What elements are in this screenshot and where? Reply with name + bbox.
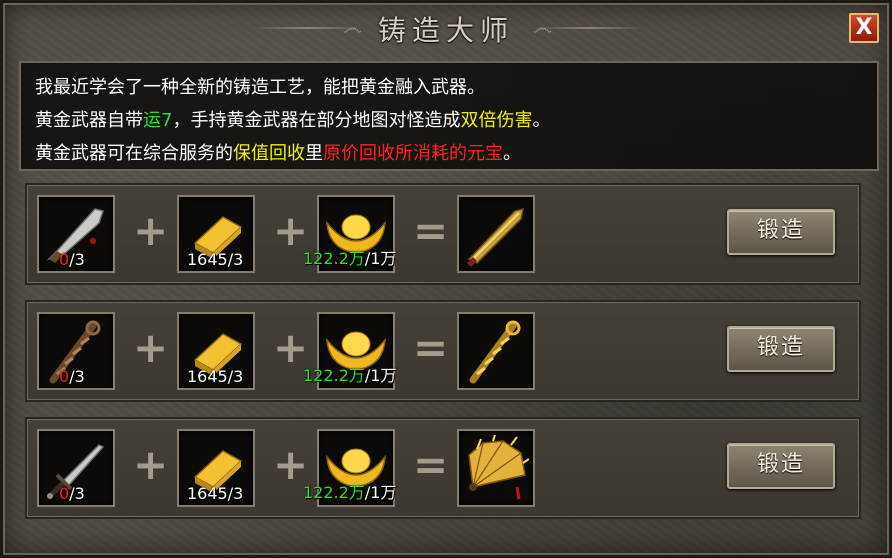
description-line-2: 黄金武器自带运7，手持黄金武器在部分地图对怪造成双倍伤害。 bbox=[35, 104, 863, 137]
gold-bar-count: 1645/3 bbox=[187, 484, 244, 503]
recipe-row-3: 0/3 + 1645/3 + 122.2万/1万 = 锻造 bbox=[25, 417, 861, 519]
description-text: ，手持黄金武器在部分地图对怪造成 bbox=[172, 110, 461, 131]
result-slot[interactable] bbox=[457, 195, 535, 273]
equals-sign: = bbox=[413, 440, 449, 489]
weapon-count: 0/3 bbox=[59, 250, 85, 269]
forge-button[interactable]: 锻造 bbox=[727, 326, 835, 372]
description-text: 黄金武器自带 bbox=[35, 110, 143, 131]
gold-bar-slot[interactable]: 1645/3 bbox=[177, 195, 255, 273]
description-panel: 我最近学会了一种全新的铸造工艺，能把黄金融入武器。 黄金武器自带运7，手持黄金武… bbox=[19, 61, 879, 171]
double-damage-text: 双倍伤害 bbox=[460, 110, 533, 131]
forge-button[interactable]: 锻造 bbox=[727, 209, 835, 255]
luck-bonus-text: 运7 bbox=[143, 110, 173, 131]
weapon-count: 0/3 bbox=[59, 367, 85, 386]
equals-sign: = bbox=[413, 206, 449, 255]
close-button[interactable]: X bbox=[849, 13, 879, 43]
golden-blade-icon bbox=[467, 207, 524, 267]
result-slot[interactable] bbox=[457, 312, 535, 390]
ingot-slot[interactable]: 122.2万/1万 bbox=[303, 195, 396, 273]
gold-bar-slot[interactable]: 1645/3 bbox=[177, 429, 255, 507]
gold-bar-count: 1645/3 bbox=[187, 250, 244, 269]
gold-bar-slot[interactable]: 1645/3 bbox=[177, 312, 255, 390]
description-text: 。 bbox=[503, 143, 521, 164]
description-text: 我最近学会了一种全新的铸造工艺，能把黄金融入武器。 bbox=[35, 77, 485, 98]
result-slot[interactable] bbox=[457, 429, 535, 507]
recipe-row-1: 0/3 + 1645/3 + 122.2万/1万 = 锻造 bbox=[25, 183, 861, 285]
title-bar: ෴ 铸造大师 ෴ X bbox=[3, 3, 889, 53]
weapon-slot[interactable]: 0/3 bbox=[37, 195, 115, 273]
gold-bar-count: 1645/3 bbox=[187, 367, 244, 386]
weapon-slot[interactable]: 0/3 bbox=[37, 429, 115, 507]
plus-sign: + bbox=[133, 323, 169, 372]
recipe-row-2: 0/3 + 1645/3 + 122.2万/1万 = 锻造 bbox=[25, 300, 861, 402]
forging-master-window: ෴ 铸造大师 ෴ X 我最近学会了一种全新的铸造工艺，能把黄金融入武器。 黄金武… bbox=[0, 0, 892, 558]
plus-sign: + bbox=[133, 206, 169, 255]
plus-sign: + bbox=[133, 440, 169, 489]
description-line-3: 黄金武器可在综合服务的保值回收里原价回收所消耗的元宝。 bbox=[35, 137, 863, 170]
golden-staff-icon bbox=[469, 320, 521, 384]
description-text: 里 bbox=[305, 143, 323, 164]
weapon-slot[interactable]: 0/3 bbox=[37, 312, 115, 390]
equals-sign: = bbox=[413, 323, 449, 372]
weapon-count: 0/3 bbox=[59, 484, 85, 503]
description-line-1: 我最近学会了一种全新的铸造工艺，能把黄金融入武器。 bbox=[35, 71, 863, 104]
description-text: 。 bbox=[532, 110, 551, 131]
golden-fan-icon bbox=[468, 435, 529, 500]
ingot-count: 122.2万/1万 bbox=[303, 366, 397, 385]
ingot-count: 122.2万/1万 bbox=[303, 483, 397, 502]
window-title: 铸造大师 bbox=[377, 14, 514, 47]
title-ornament-right bbox=[535, 27, 645, 29]
description-text: 黄金武器可在综合服务的 bbox=[35, 143, 233, 164]
forge-button[interactable]: 锻造 bbox=[727, 443, 835, 489]
ingot-slot[interactable]: 122.2万/1万 bbox=[303, 312, 396, 390]
refund-text: 原价回收所消耗的元宝 bbox=[323, 143, 503, 164]
ingot-slot[interactable]: 122.2万/1万 bbox=[303, 429, 396, 507]
ingot-count: 122.2万/1万 bbox=[303, 249, 397, 268]
value-recycle-text: 保值回收 bbox=[233, 143, 305, 164]
